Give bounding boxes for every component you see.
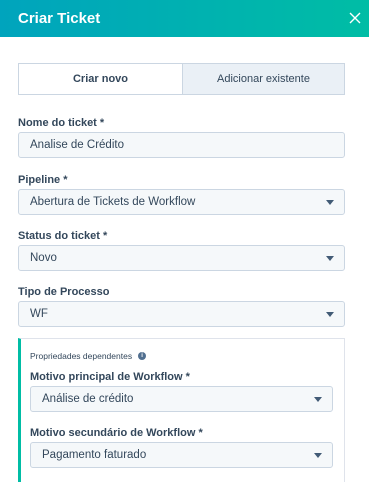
close-button[interactable]: [345, 8, 365, 28]
chevron-down-icon: [314, 397, 322, 402]
pipeline-label: Pipeline *: [18, 174, 68, 186]
dependent-properties-title: Propriedades dependentes i: [30, 351, 147, 361]
pipeline-select[interactable]: Abertura de Tickets de Workflow: [18, 189, 345, 215]
secondary-reason-label: Motivo secundário de Workflow *: [30, 427, 203, 439]
status-label: Status do ticket *: [18, 230, 108, 242]
pipeline-value: Abertura de Tickets de Workflow: [30, 196, 196, 208]
info-icon[interactable]: i: [138, 352, 147, 360]
ticket-name-label: Nome do ticket *: [18, 117, 105, 129]
secondary-reason-value: Pagamento faturado: [42, 449, 147, 461]
ticket-name-input[interactable]: Analise de Crédito: [18, 132, 345, 158]
tab-add-existing[interactable]: Adicionar existente: [182, 64, 344, 94]
primary-reason-select[interactable]: Análise de crédito: [30, 386, 333, 412]
dependent-properties-title-text: Propriedades dependentes: [30, 351, 133, 361]
primary-reason-label: Motivo principal de Workflow *: [30, 371, 190, 383]
modal-header: Criar Ticket: [0, 0, 369, 37]
status-select[interactable]: Novo: [18, 245, 345, 271]
primary-reason-value: Análise de crédito: [42, 393, 134, 405]
process-type-value: WF: [30, 308, 48, 320]
tab-create-new[interactable]: Criar novo: [19, 64, 182, 94]
ticket-name-value: Analise de Crédito: [30, 139, 124, 151]
close-icon: [349, 12, 361, 24]
tab-bar: Criar novo Adicionar existente: [18, 63, 345, 95]
status-value: Novo: [30, 252, 57, 264]
chevron-down-icon: [326, 256, 334, 261]
chevron-down-icon: [326, 312, 334, 317]
secondary-reason-select[interactable]: Pagamento faturado: [30, 442, 333, 468]
process-type-label: Tipo de Processo: [18, 286, 110, 298]
chevron-down-icon: [326, 200, 334, 205]
chevron-down-icon: [314, 453, 322, 458]
process-type-select[interactable]: WF: [18, 301, 345, 327]
modal-title: Criar Ticket: [18, 10, 101, 27]
